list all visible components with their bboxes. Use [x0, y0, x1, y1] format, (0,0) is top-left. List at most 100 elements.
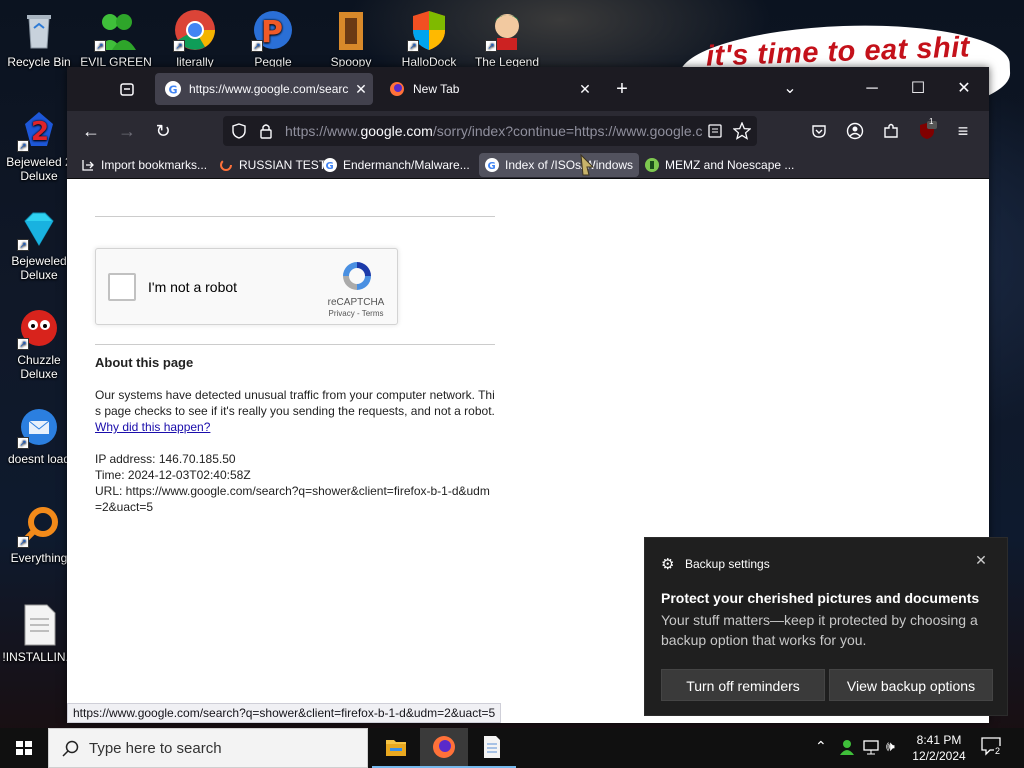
maximize-button[interactable]: ☐: [903, 77, 933, 101]
menu-hamburger-icon[interactable]: ≡: [949, 117, 977, 145]
tab-title: New Tab: [413, 82, 460, 96]
navigation-toolbar: ← → ↻ https://www.google.com/sorry/index…: [67, 111, 989, 151]
clock[interactable]: 8:41 PM 12/2/2024: [904, 732, 974, 764]
svg-text:G: G: [326, 161, 334, 172]
taskbar-file-explorer[interactable]: [372, 728, 420, 768]
notepad-icon: [484, 736, 500, 758]
bookmark-endermanch[interactable]: G Endermanch/Malware...: [317, 153, 476, 177]
minimize-button[interactable]: ─: [857, 77, 887, 101]
spoopy-icon: [329, 8, 373, 52]
chuzzle-icon: ↗: [17, 306, 61, 350]
tab-close-icon[interactable]: ✕: [349, 81, 373, 98]
firefox-icon: [433, 736, 455, 758]
view-backup-options-button[interactable]: View backup options: [829, 669, 993, 701]
recaptcha-logo-icon: [343, 262, 371, 290]
taskbar: Type here to search ⌃ 🕪 8:41 PM 12/2/202…: [0, 728, 1024, 768]
tab-new-tab[interactable]: New Tab ✕: [379, 73, 597, 105]
reload-button[interactable]: ↻: [149, 117, 177, 145]
svg-text:2: 2: [31, 117, 49, 147]
desktop-icon-bejeweled-2[interactable]: 2 ↗ Bejeweled 2 Deluxe: [2, 108, 76, 183]
turn-off-reminders-button[interactable]: Turn off reminders: [661, 669, 825, 701]
account-icon: [846, 122, 864, 140]
recaptcha-privacy-terms-link[interactable]: Privacy - Terms: [316, 309, 396, 318]
recaptcha-checkbox[interactable]: [108, 273, 136, 301]
desktop-icon-spoopy[interactable]: Spoopy: [314, 8, 388, 69]
desktop-icon-recycle-bin[interactable]: Recycle Bin: [2, 8, 76, 69]
shortcut-arrow-icon: ↗: [17, 239, 29, 251]
lock-icon[interactable]: [259, 123, 273, 139]
url-bar[interactable]: https://www.google.com/sorry/index?conti…: [223, 116, 757, 146]
pocket-button[interactable]: [805, 117, 833, 145]
shortcut-arrow-icon: ↗: [485, 40, 497, 52]
shield-icon: ↗: [407, 8, 451, 52]
google-icon: G: [323, 158, 337, 172]
back-button[interactable]: ←: [77, 117, 105, 145]
desktop-icon-chuzzle[interactable]: ↗ Chuzzle Deluxe: [2, 306, 76, 381]
taskbar-firefox[interactable]: [420, 728, 468, 768]
ublock-origin-icon: [920, 121, 937, 139]
shortcut-arrow-icon: ↗: [407, 40, 419, 52]
tab-google-search[interactable]: G https://www.google.com/search ✕: [155, 73, 373, 105]
taskbar-search-box[interactable]: Type here to search: [48, 728, 368, 768]
text-file-icon: [17, 603, 61, 647]
desktop-icon-label: Everything: [10, 551, 68, 565]
action-center-button[interactable]: 2: [980, 736, 1006, 760]
desktop-icon-installing[interactable]: !INSTALLIN...: [2, 603, 76, 664]
volume-icon[interactable]: 🕪: [886, 738, 895, 755]
bookmark-memz[interactable]: MEMZ and Noescape ...: [639, 153, 800, 177]
bookmark-import[interactable]: Import bookmarks...: [75, 153, 213, 177]
start-button[interactable]: [0, 728, 48, 768]
memz-icon: [645, 158, 659, 172]
account-button[interactable]: [841, 117, 869, 145]
bookmark-star-icon[interactable]: [733, 122, 751, 140]
desktop-icon-label: !INSTALLIN...: [2, 650, 76, 664]
notification-count: 2: [994, 746, 1002, 756]
taskbar-notepad[interactable]: [468, 728, 516, 768]
about-page-heading: About this page: [95, 355, 194, 370]
chrome-icon: ↗: [173, 8, 217, 52]
desktop-icon-bejeweled[interactable]: ↗ Bejeweled Deluxe: [2, 207, 76, 282]
notification-body: Your stuff matters—keep it protected by …: [661, 612, 978, 648]
unusual-traffic-text: Our systems have detected unusual traffi…: [95, 388, 495, 434]
extensions-button[interactable]: [877, 117, 905, 145]
bookmarks-toolbar: Import bookmarks... RUSSIAN TEST G Ender…: [67, 151, 989, 179]
desktop-icon-doesnt-load[interactable]: ↗ doesnt load: [2, 405, 76, 466]
desktop-icon-literally[interactable]: ↗ literally: [158, 8, 232, 69]
desktop-icon-hallodock[interactable]: ↗ HalloDock: [392, 8, 466, 69]
tab-close-icon[interactable]: ✕: [573, 81, 597, 98]
new-tab-button[interactable]: +: [607, 77, 637, 101]
list-tabs-chevron-icon[interactable]: ⌄: [775, 77, 805, 101]
why-did-this-happen-link[interactable]: Why did this happen?: [95, 420, 210, 434]
tracking-protection-shield-icon[interactable]: [231, 123, 247, 139]
recycle-bin-icon: [17, 8, 61, 52]
tab-bar: G https://www.google.com/search ✕ New Ta…: [67, 67, 989, 111]
notification-title: Protect your cherished pictures and docu…: [661, 590, 980, 606]
people-icon[interactable]: [838, 738, 856, 756]
google-icon: G: [485, 158, 499, 172]
ublock-button[interactable]: 1: [913, 117, 941, 145]
firefox-view-button[interactable]: [112, 77, 142, 101]
bookmark-label: MEMZ and Noescape ...: [665, 158, 795, 172]
desktop-icon-everything[interactable]: ↗ Everything: [2, 504, 76, 565]
shortcut-arrow-icon: ↗: [94, 40, 106, 52]
bookmark-index-isos-windows[interactable]: G Index of /ISOs/Windows: [479, 153, 640, 177]
shortcut-arrow-icon: ↗: [17, 437, 29, 449]
bookmark-russian-test[interactable]: RUSSIAN TEST: [213, 153, 332, 177]
clock-date: 12/2/2024: [912, 749, 966, 763]
notification-close-icon[interactable]: ✕: [971, 552, 991, 572]
desktop-icon-the-legend[interactable]: ↗ The Legend: [470, 8, 544, 69]
forward-button[interactable]: →: [113, 117, 141, 145]
bookmark-label: RUSSIAN TEST: [239, 158, 327, 172]
firefox-view-icon: [120, 83, 134, 96]
firefox-icon: [390, 82, 404, 96]
bejeweled-2-icon: 2 ↗: [17, 108, 61, 152]
desktop-icon-evil-green[interactable]: ↗ EVIL GREEN: [79, 8, 153, 69]
search-icon: [62, 740, 79, 757]
search-placeholder: Type here to search: [89, 740, 222, 757]
peggle-icon: P ↗: [251, 8, 295, 52]
show-hidden-icons-chevron-icon[interactable]: ⌃: [815, 738, 827, 755]
the-legend-icon: ↗: [485, 8, 529, 52]
close-window-button[interactable]: ✕: [949, 77, 979, 101]
network-icon[interactable]: [862, 738, 880, 756]
reader-view-icon[interactable]: [707, 123, 723, 139]
